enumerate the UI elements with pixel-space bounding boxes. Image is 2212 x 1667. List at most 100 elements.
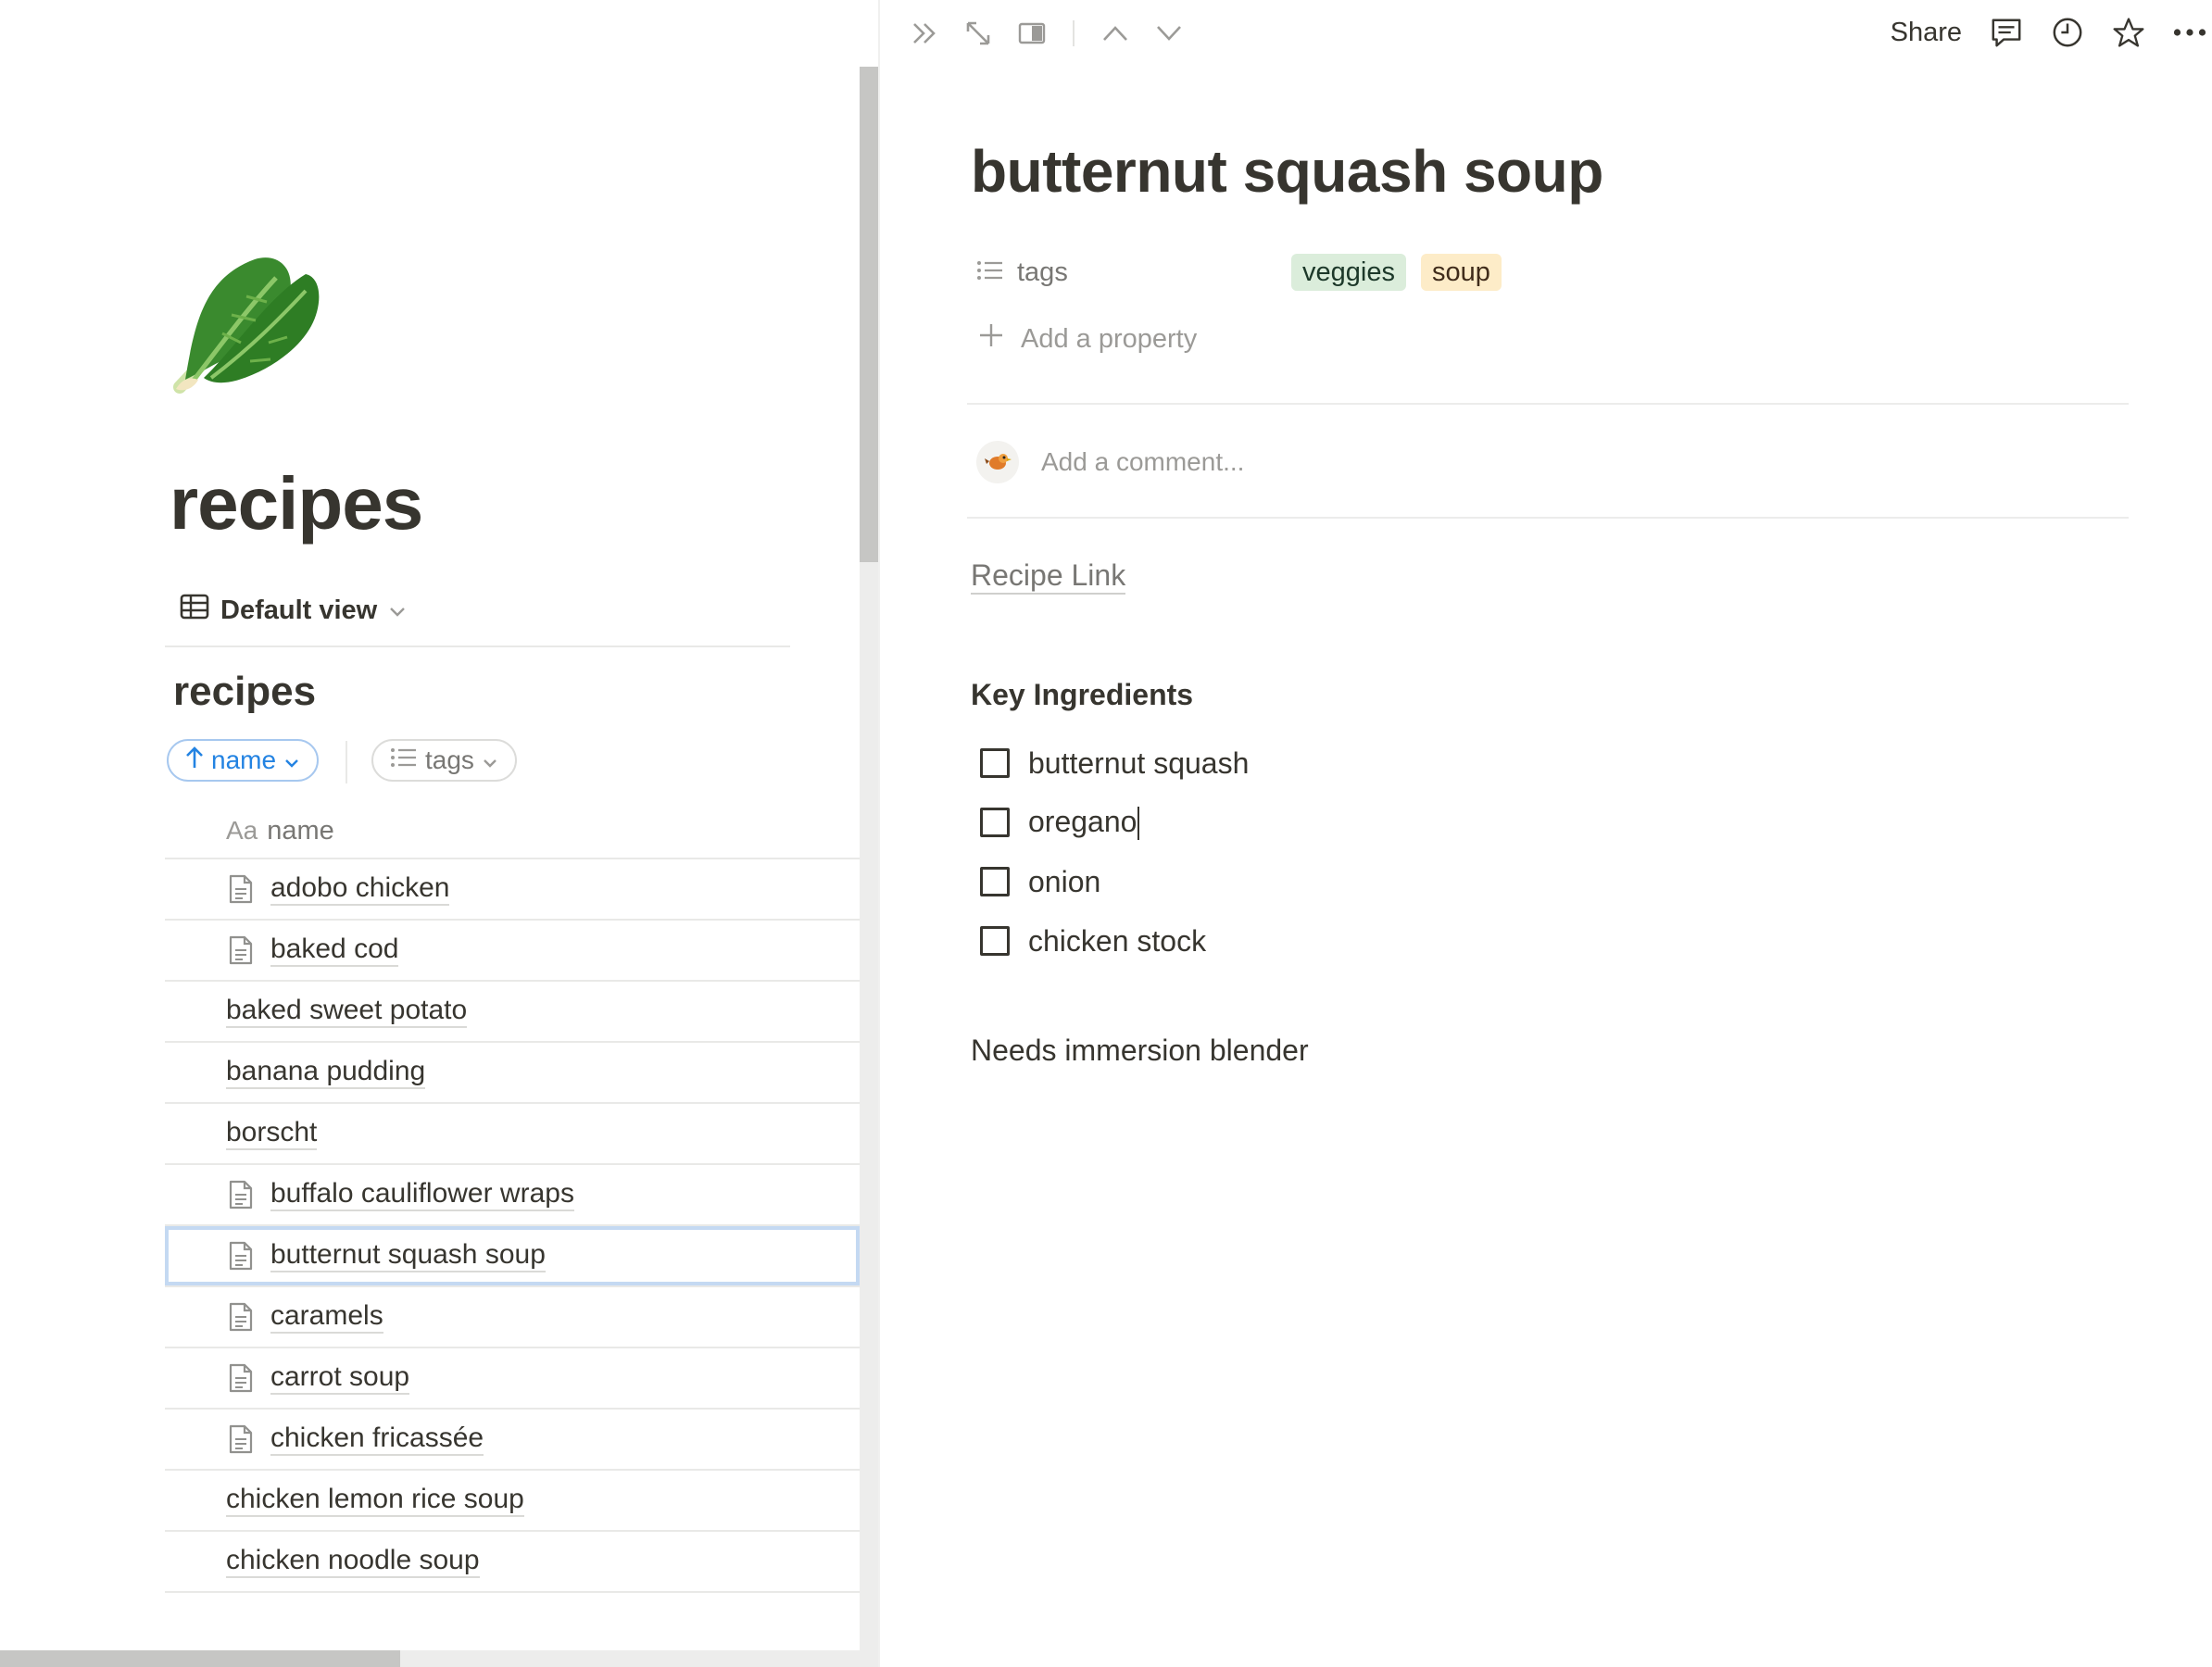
chevron-down-icon [283,746,300,775]
table-row[interactable]: chicken fricassée [165,1410,860,1471]
row-title[interactable]: butternut squash soup [270,1239,546,1272]
view-label: Default view [220,595,378,625]
expand-icon[interactable] [961,17,995,50]
checkbox[interactable] [980,867,1010,896]
page-icon [228,1362,254,1394]
ingredients-heading[interactable]: Key Ingredients [971,678,1193,712]
todo-text[interactable]: chicken stock [1028,924,1206,959]
table-row[interactable]: chicken lemon rice soup [165,1471,860,1532]
comment-input[interactable]: Add a comment... [1041,447,1244,477]
table-row[interactable]: caramels [165,1287,860,1348]
table-row[interactable]: banana pudding [165,1043,860,1104]
page-icon [228,1301,254,1333]
text-cursor [1137,807,1140,841]
tag-pill[interactable]: soup [1420,254,1502,291]
comment-icon[interactable] [1990,16,2023,49]
side-peek-panel: Share butternut squash soup tags veggies… [880,0,2212,1667]
todo-text[interactable]: onion [1028,865,1100,899]
checkbox[interactable] [980,808,1010,837]
table-row[interactable]: baked sweet potato [165,982,860,1043]
table-body: adobo chicken baked cod baked sweet potato… [165,859,860,1593]
horizontal-scrollbar-thumb[interactable] [0,1650,400,1667]
column-header-name: name [267,815,334,846]
table-row[interactable]: borscht [165,1104,860,1165]
side-peek-icon[interactable] [1015,17,1049,50]
row-title[interactable]: chicken lemon rice soup [226,1484,524,1517]
page-icon [228,1423,254,1455]
double-chevron-right-icon[interactable] [908,17,941,50]
lettuce-page-icon[interactable] [167,241,324,398]
filter-tags-chip[interactable]: tags [371,739,517,782]
sort-chip-label: name [211,746,277,774]
divider [165,645,790,647]
row-title[interactable]: chicken fricassée [270,1423,484,1456]
row-title[interactable]: carrot soup [270,1361,410,1395]
todo-item: onion [980,852,1249,911]
notes-text[interactable]: Needs immersion blender [971,1034,1309,1068]
table-header[interactable]: Aa name [165,804,860,859]
checkbox[interactable] [980,748,1010,778]
todo-text[interactable]: oregano [1028,805,1140,841]
tag-list[interactable]: veggies soup [1291,254,1516,291]
row-title[interactable]: chicken noodle soup [226,1545,480,1578]
add-property-label: Add a property [1021,323,1198,354]
table-row[interactable]: buffalo cauliflower wraps [165,1165,860,1226]
chip-separator [346,741,347,783]
todo-item: chicken stock [980,911,1249,971]
table-row[interactable]: adobo chicken [165,859,860,921]
chevron-down-icon [482,746,498,775]
ingredients-todo-list: butternut squash oregano onion chicken stoc… [980,733,1249,971]
row-title[interactable]: banana pudding [226,1056,426,1089]
table-row[interactable]: baked cod [165,921,860,982]
peek-toolbar [908,15,1186,52]
table-view-icon [180,594,209,627]
vertical-scrollbar-thumb[interactable] [860,67,878,562]
row-title[interactable]: baked sweet potato [226,995,468,1028]
page-title[interactable]: recipes [170,461,423,546]
divider [967,517,2129,519]
todo-text[interactable]: butternut squash [1028,746,1249,781]
todo-item: oregano [980,793,1249,852]
view-switcher[interactable]: Default view [180,593,407,628]
share-button[interactable]: Share [1891,18,1962,48]
todo-item: butternut squash [980,733,1249,793]
row-title[interactable]: adobo chicken [270,872,450,906]
tag-pill[interactable]: veggies [1291,254,1406,291]
comment-row[interactable]: Add a comment... [976,441,1244,483]
divider [967,403,2129,405]
database-title[interactable]: recipes [173,669,316,715]
plus-icon [978,322,1004,356]
page-icon [228,873,254,905]
sort-name-chip[interactable]: name [167,739,320,782]
table-row[interactable]: chicken noodle soup [165,1532,860,1593]
property-name: tags [1017,257,1068,287]
add-property-button[interactable]: Add a property [978,322,1197,356]
checkbox[interactable] [980,926,1010,956]
row-title[interactable]: caramels [270,1300,383,1334]
row-title[interactable]: borscht [226,1117,318,1150]
more-icon[interactable] [2173,16,2206,49]
chevron-up-icon[interactable] [1099,17,1132,50]
chevron-down-icon[interactable] [1152,17,1186,50]
list-icon [976,259,1004,286]
chevron-down-icon [388,595,407,626]
title-property-icon: Aa [226,816,258,845]
page-icon [228,934,254,966]
document-title[interactable]: butternut squash soup [971,137,1603,206]
page-icon [228,1179,254,1210]
tags-chip-label: tags [425,746,474,774]
row-title[interactable]: baked cod [270,934,399,967]
table-row[interactable]: carrot soup [165,1348,860,1410]
toolbar-separator [1073,20,1075,46]
tags-property-row[interactable]: tags veggies soup [976,252,1516,293]
page-icon [228,1240,254,1272]
database-panel: recipes Default view recipes name tags A… [0,0,860,1667]
star-icon[interactable] [2112,16,2145,49]
peek-actions: Share [1891,11,2206,54]
row-title[interactable]: buffalo cauliflower wraps [270,1178,574,1211]
list-icon [390,746,418,775]
clock-icon[interactable] [2051,16,2084,49]
table-row[interactable]: butternut squash soup [165,1226,860,1287]
avatar [976,441,1019,483]
recipe-link[interactable]: Recipe Link [971,558,1126,595]
